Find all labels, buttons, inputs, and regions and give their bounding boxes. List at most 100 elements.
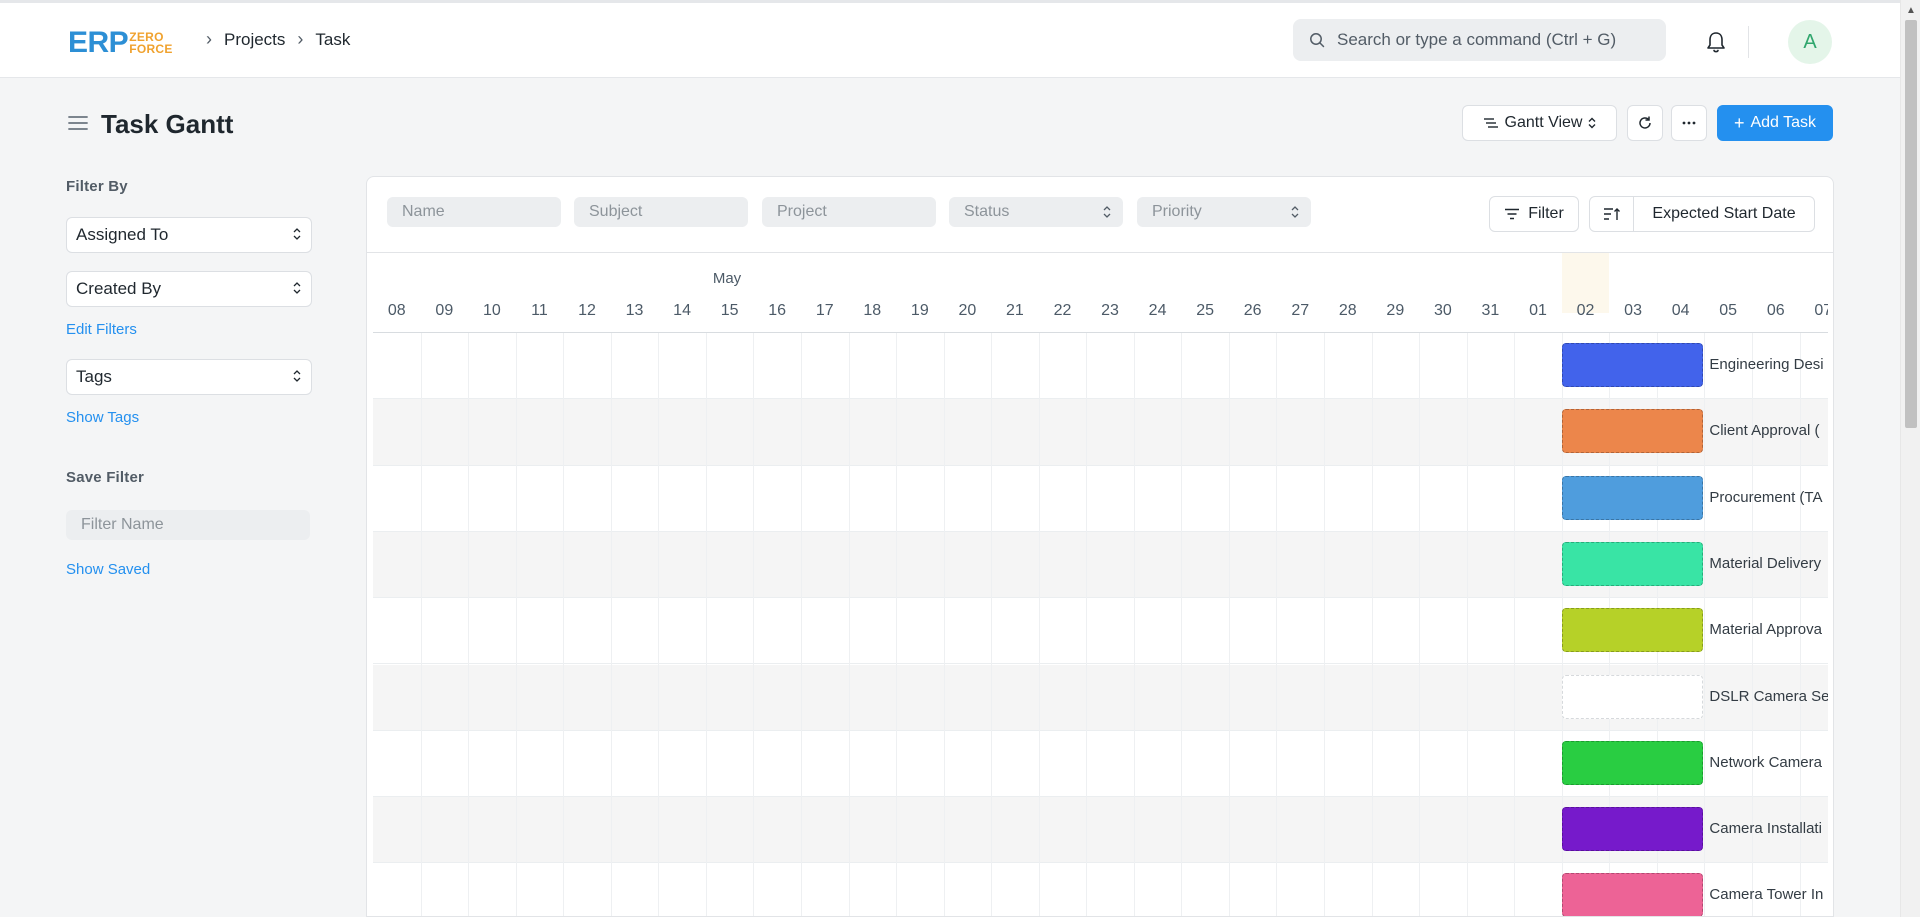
gantt-task-bar[interactable] <box>1561 608 1704 653</box>
gantt-grid-line <box>1704 333 1706 916</box>
gantt-date-label: 14 <box>673 302 691 319</box>
project-filter-input[interactable] <box>762 197 936 227</box>
sort-field-button[interactable]: Expected Start Date <box>1634 197 1814 231</box>
gantt-date-label: 23 <box>1101 302 1119 319</box>
list-view-icon <box>1483 118 1498 128</box>
gantt-grid-line <box>943 333 945 916</box>
refresh-button[interactable] <box>1627 105 1663 141</box>
scroll-up-arrow-icon[interactable]: ▲ <box>1901 2 1920 18</box>
logo-text: ERP <box>68 26 129 59</box>
tags-select[interactable]: Tags <box>66 359 312 395</box>
gantt-task-label[interactable]: Camera Installati <box>1709 820 1822 837</box>
filter-by-heading: Filter By <box>66 178 128 195</box>
gantt-grid-line <box>563 333 565 916</box>
assigned-to-select[interactable]: Assigned To <box>66 217 312 253</box>
gantt-task-bar[interactable] <box>1561 475 1704 520</box>
more-options-button[interactable] <box>1671 105 1707 141</box>
view-switcher-button[interactable]: Gantt View <box>1462 105 1617 141</box>
gantt-task-label[interactable]: Client Approval ( <box>1709 422 1819 439</box>
gantt-task-label[interactable]: DSLR Camera Se <box>1709 688 1828 705</box>
gantt-grid-line <box>753 333 755 916</box>
gantt-date-label: 05 <box>1719 302 1738 319</box>
subject-filter-input[interactable] <box>574 197 748 227</box>
assigned-to-label: Assigned To <box>76 225 169 244</box>
logo-subtext: ZERO FORCE <box>129 31 173 55</box>
gantt-task-bar[interactable] <box>1561 873 1704 916</box>
page-header: Task Gantt Gantt View + Add Task <box>0 79 1900 169</box>
scrollbar-thumb[interactable] <box>1905 20 1917 428</box>
priority-filter-select[interactable]: Priority <box>1137 197 1311 227</box>
gantt-grid-line <box>468 333 470 916</box>
more-horizontal-icon <box>1682 121 1696 125</box>
gantt-date-label: 25 <box>1196 302 1215 319</box>
name-filter-input[interactable] <box>387 197 561 227</box>
search-icon <box>1310 33 1325 48</box>
breadcrumb-task[interactable]: Task <box>315 30 350 50</box>
show-saved-link[interactable]: Show Saved <box>66 561 150 578</box>
navbar: ERP ZERO FORCE › Projects › Task A <box>0 0 1900 78</box>
gantt-grid-line <box>1038 333 1040 916</box>
gantt-date-label: 01 <box>1529 302 1547 319</box>
created-by-label: Created By <box>76 279 162 298</box>
chevron-updown-icon <box>1291 206 1299 218</box>
status-filter-select[interactable]: Status <box>949 197 1123 227</box>
gantt-grid-line <box>1133 333 1135 916</box>
gantt-card: Status Priority Filter Expected Start Da… <box>366 176 1834 917</box>
gantt-date-label: 22 <box>1053 302 1072 319</box>
gantt-task-label[interactable]: Camera Tower In <box>1709 886 1823 903</box>
sidebar-toggle-icon[interactable] <box>68 115 88 136</box>
app-logo[interactable]: ERP ZERO FORCE <box>68 26 173 59</box>
navbar-divider <box>1748 26 1749 58</box>
search-bar[interactable] <box>1293 19 1666 61</box>
gantt-grid-line <box>420 333 422 916</box>
gantt-grid-line <box>610 333 612 916</box>
gantt-task-bar[interactable] <box>1561 541 1704 586</box>
gantt-grid-line <box>1228 333 1230 916</box>
show-tags-link[interactable]: Show Tags <box>66 409 139 426</box>
gantt-grid-line <box>1276 333 1278 916</box>
gantt-task-bar[interactable] <box>1561 807 1704 852</box>
add-task-button[interactable]: + Add Task <box>1717 105 1833 141</box>
gantt-date-label: 28 <box>1338 302 1357 319</box>
gantt-date-label: 09 <box>435 302 454 319</box>
gantt-date-label: 11 <box>531 302 548 319</box>
gantt-date-label: 13 <box>625 302 644 319</box>
gantt-date-label: 08 <box>387 302 406 319</box>
filter-button-label: Filter <box>1528 205 1564 222</box>
add-task-label: Add Task <box>1750 114 1817 131</box>
created-by-select[interactable]: Created By <box>66 271 312 307</box>
gantt-grid-line <box>991 333 993 916</box>
chevron-updown-icon <box>293 370 301 382</box>
gantt-task-label[interactable]: Material Delivery <box>1709 555 1821 572</box>
gantt-date-label: 04 <box>1671 302 1690 319</box>
gantt-task-label[interactable]: Procurement (TA <box>1709 489 1822 506</box>
gantt-grid-line <box>1324 333 1325 916</box>
gantt-task-bar[interactable] <box>1561 343 1704 387</box>
breadcrumb: › Projects › Task <box>194 29 350 50</box>
plus-icon: + <box>1733 112 1745 133</box>
gantt-date-label: 27 <box>1291 302 1310 319</box>
gantt-task-bar[interactable] <box>1561 740 1704 785</box>
edit-filters-link[interactable]: Edit Filters <box>66 321 137 338</box>
avatar[interactable]: A <box>1788 20 1832 64</box>
gantt-task-label[interactable]: Material Approva <box>1709 621 1822 638</box>
breadcrumb-projects[interactable]: Projects <box>224 30 285 50</box>
filter-name-input[interactable] <box>66 510 310 540</box>
search-input[interactable] <box>1337 30 1637 50</box>
status-filter-placeholder: Status <box>964 203 1010 220</box>
gantt-date-label: 15 <box>720 302 739 319</box>
priority-filter-placeholder: Priority <box>1152 203 1202 220</box>
gantt-task-label[interactable]: Engineering Desi <box>1709 356 1823 373</box>
notification-bell-icon[interactable] <box>1705 30 1727 59</box>
page-scrollbar[interactable]: ▲ <box>1900 0 1920 917</box>
gantt-task-bar[interactable] <box>1561 409 1704 454</box>
save-filter-heading: Save Filter <box>66 469 145 486</box>
gantt-date-label: 10 <box>482 302 501 319</box>
filter-button[interactable]: Filter <box>1489 196 1579 232</box>
gantt-task-bar[interactable] <box>1561 674 1704 719</box>
gantt-chart: May 08 09 10 11 12 13 14 15 16 17 18 19 20 21 22 23 24 25… <box>373 253 1828 916</box>
sort-direction-button[interactable] <box>1590 197 1634 231</box>
gantt-grid-line <box>1181 333 1183 916</box>
gantt-grid-line <box>705 333 707 916</box>
gantt-task-label[interactable]: Network Camera <box>1709 754 1822 771</box>
